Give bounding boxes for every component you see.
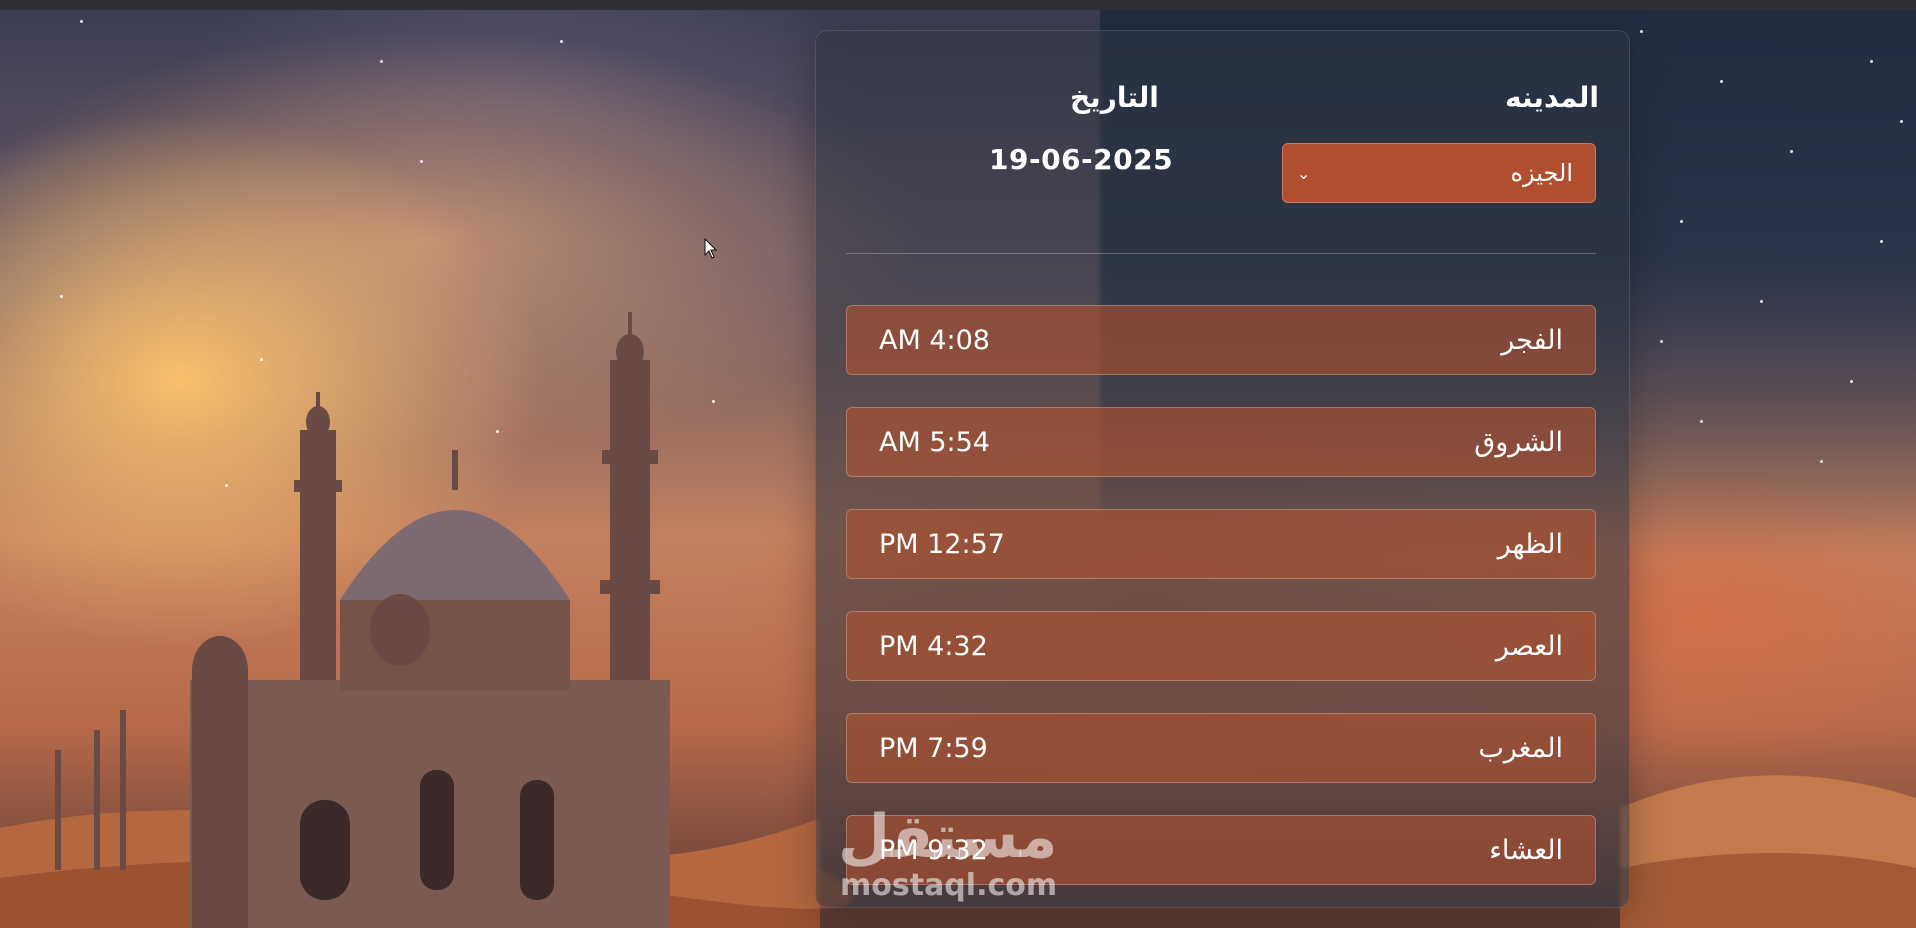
prayer-name: الظهر <box>1497 528 1563 560</box>
prayer-time: PM 4:32 <box>879 630 988 662</box>
prayer-time: PM 12:57 <box>879 528 1005 560</box>
divider <box>846 253 1596 254</box>
prayer-row-asr: PM 4:32 العصر <box>846 611 1596 681</box>
city-select-value: الجيزه <box>1510 159 1573 187</box>
top-strip <box>0 0 1916 10</box>
city-label: المدينه <box>1505 81 1599 114</box>
prayer-time: AM 4:08 <box>879 324 990 356</box>
date-value: 19-06-2025 <box>989 143 1174 176</box>
prayer-name: الفجر <box>1501 324 1563 356</box>
prayer-times-card: المدينه التاريخ 19-06-2025 ⌄ الجيزه AM 4… <box>815 30 1630 908</box>
prayer-name: العصر <box>1495 630 1563 662</box>
mouse-cursor-icon <box>704 238 718 259</box>
prayer-row-fajr: AM 4:08 الفجر <box>846 305 1596 375</box>
chevron-down-icon: ⌄ <box>1297 163 1311 183</box>
city-select[interactable]: ⌄ الجيزه <box>1282 143 1596 203</box>
prayer-time: PM 7:59 <box>879 732 988 764</box>
prayer-name: الشروق <box>1474 426 1563 458</box>
prayer-time: AM 5:54 <box>879 426 990 458</box>
mosque-illustration <box>55 312 670 928</box>
date-label: التاريخ <box>1070 81 1159 114</box>
prayer-row-isha: PM 9:32 العشاء <box>846 815 1596 885</box>
prayer-row-dhuhr: PM 12:57 الظهر <box>846 509 1596 579</box>
prayer-time: PM 9:32 <box>879 834 988 866</box>
prayer-name: المغرب <box>1478 732 1563 764</box>
prayer-row-maghrib: PM 7:59 المغرب <box>846 713 1596 783</box>
prayer-row-sunrise: AM 5:54 الشروق <box>846 407 1596 477</box>
prayer-name: العشاء <box>1489 834 1563 866</box>
